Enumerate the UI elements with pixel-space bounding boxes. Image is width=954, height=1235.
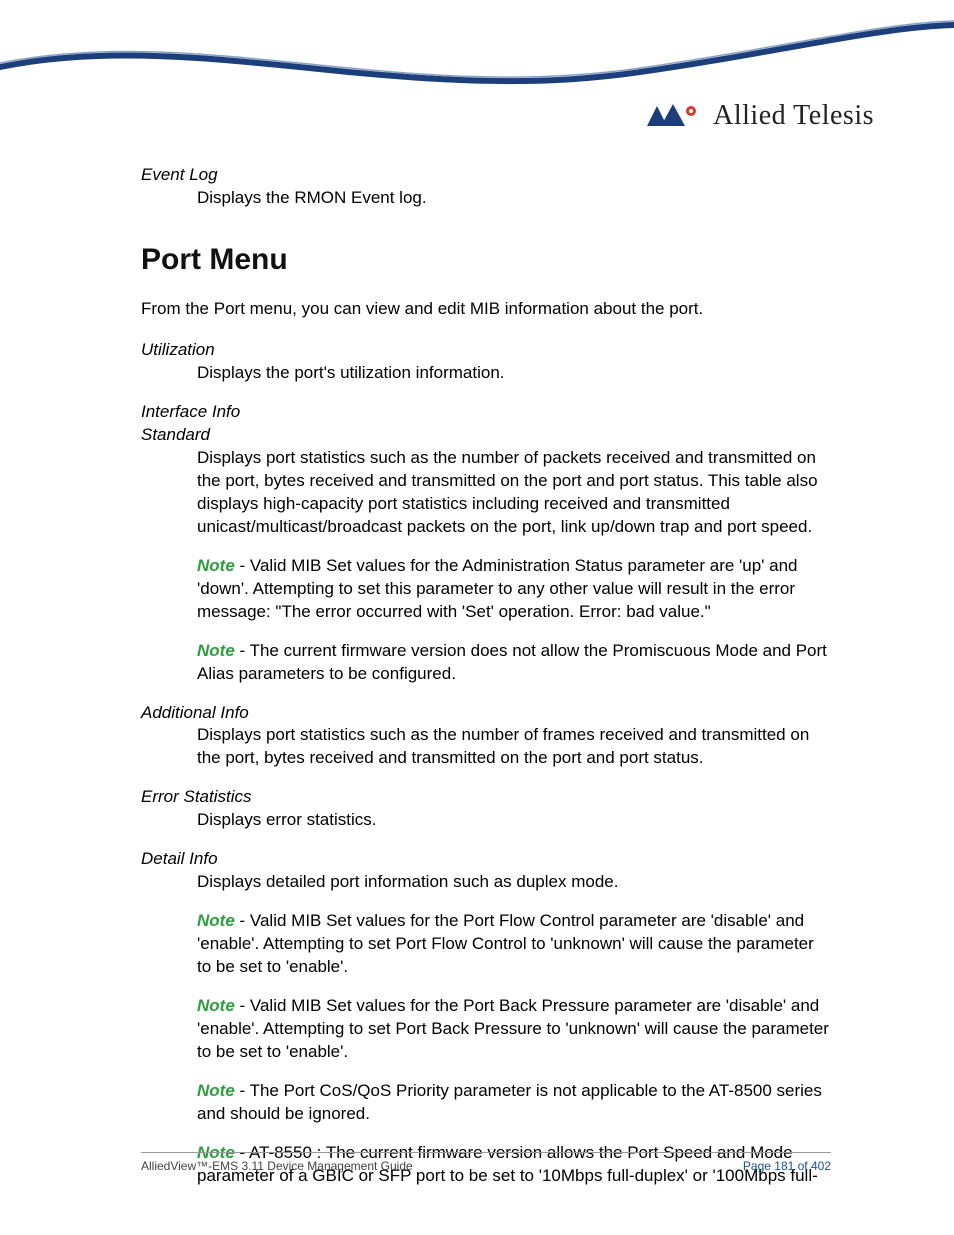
detail-info-note3: Note - The Port CoS/QoS Priority paramet… [197,1080,831,1126]
note-label: Note [197,911,235,930]
utilization-desc: Displays the port's utilization informat… [197,362,831,385]
note-label: Note [197,641,235,660]
note-label: Note [197,1081,235,1100]
error-stats-desc: Displays error statistics. [197,809,831,832]
note-text: - Valid MIB Set values for the Port Flow… [197,911,814,976]
page-content: Event Log Displays the RMON Event log. P… [141,148,831,1187]
event-log-desc: Displays the RMON Event log. [197,187,831,210]
additional-info-term: Additional Info [141,702,831,725]
interface-info-term: Interface Info [141,401,831,424]
note-text: - Valid MIB Set values for the Port Back… [197,996,829,1061]
detail-info-note2: Note - Valid MIB Set values for the Port… [197,995,831,1064]
utilization-term: Utilization [141,339,831,362]
brand-block: Allied Telesis [643,100,874,132]
footer-doc-title: AlliedView™-EMS 3.11 Device Management G… [141,1159,413,1173]
additional-info-desc: Displays port statistics such as the num… [197,724,831,770]
port-menu-title: Port Menu [141,240,831,281]
note-text: - Valid MIB Set values for the Administr… [197,556,798,621]
note-label: Note [197,996,235,1015]
interface-info-desc: Displays port statistics such as the num… [197,447,831,539]
detail-info-note1: Note - Valid MIB Set values for the Port… [197,910,831,979]
note-label: Note [197,556,235,575]
note-text: - The current firmware version does not … [197,641,827,683]
port-menu-intro: From the Port menu, you can view and edi… [141,298,831,321]
detail-info-term: Detail Info [141,848,831,871]
brand-logo-icon [643,102,703,130]
event-log-term: Event Log [141,164,831,187]
page-footer: AlliedView™-EMS 3.11 Device Management G… [141,1152,831,1173]
brand-name: Allied Telesis [713,100,874,132]
interface-info-note2: Note - The current firmware version does… [197,640,831,686]
footer-page-number: Page 181 of 402 [743,1159,831,1173]
error-stats-term: Error Statistics [141,786,831,809]
note-text: - The Port CoS/QoS Priority parameter is… [197,1081,822,1123]
interface-info-note1: Note - Valid MIB Set values for the Admi… [197,555,831,624]
detail-info-desc: Displays detailed port information such … [197,871,831,894]
interface-info-subterm: Standard [141,424,831,447]
